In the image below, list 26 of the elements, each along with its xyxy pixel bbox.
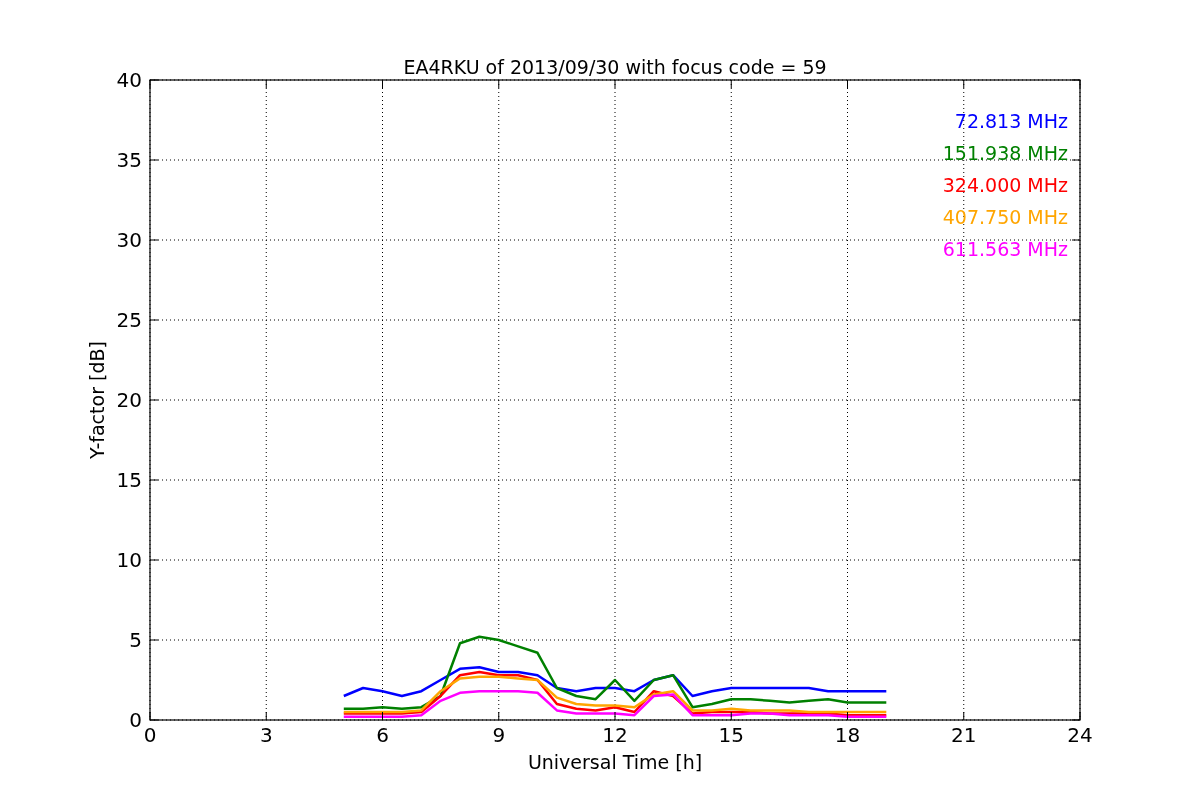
x-tick-label: 9: [492, 723, 506, 747]
legend-label: 324.000 MHz: [942, 174, 1068, 196]
y-tick-label: 35: [116, 148, 142, 172]
x-tick-label: 6: [376, 723, 389, 747]
x-axis-label: Universal Time [h]: [527, 751, 703, 773]
x-tick-label: 18: [834, 723, 861, 747]
y-tick-label: 10: [116, 548, 142, 572]
x-tick-label: 21: [951, 723, 977, 747]
y-tick-label: 20: [116, 388, 142, 412]
legend-label: 407.750 MHz: [942, 206, 1068, 228]
x-tick-label: 12: [602, 723, 628, 747]
legend-label: 151.938 MHz: [942, 142, 1068, 164]
y-tick-label: 5: [129, 628, 142, 652]
legend-label: 72.813 MHz: [954, 110, 1068, 132]
y-tick-label: 40: [116, 68, 142, 92]
x-tick-label: 3: [259, 723, 273, 747]
x-tick-label: 0: [143, 723, 157, 747]
y-axis-label: Y-factor [dB]: [86, 341, 108, 459]
y-tick-label: 25: [116, 308, 142, 332]
legend-label: 611.563 MHz: [942, 238, 1068, 260]
y-tick-label: 30: [116, 228, 142, 252]
x-tick-label: 24: [1067, 723, 1093, 747]
x-tick-label: 15: [718, 723, 744, 747]
y-tick-label: 15: [116, 468, 142, 492]
chart-title: EA4RKU of 2013/09/30 with focus code = 59: [403, 56, 827, 78]
y-tick-label: 0: [129, 708, 142, 732]
